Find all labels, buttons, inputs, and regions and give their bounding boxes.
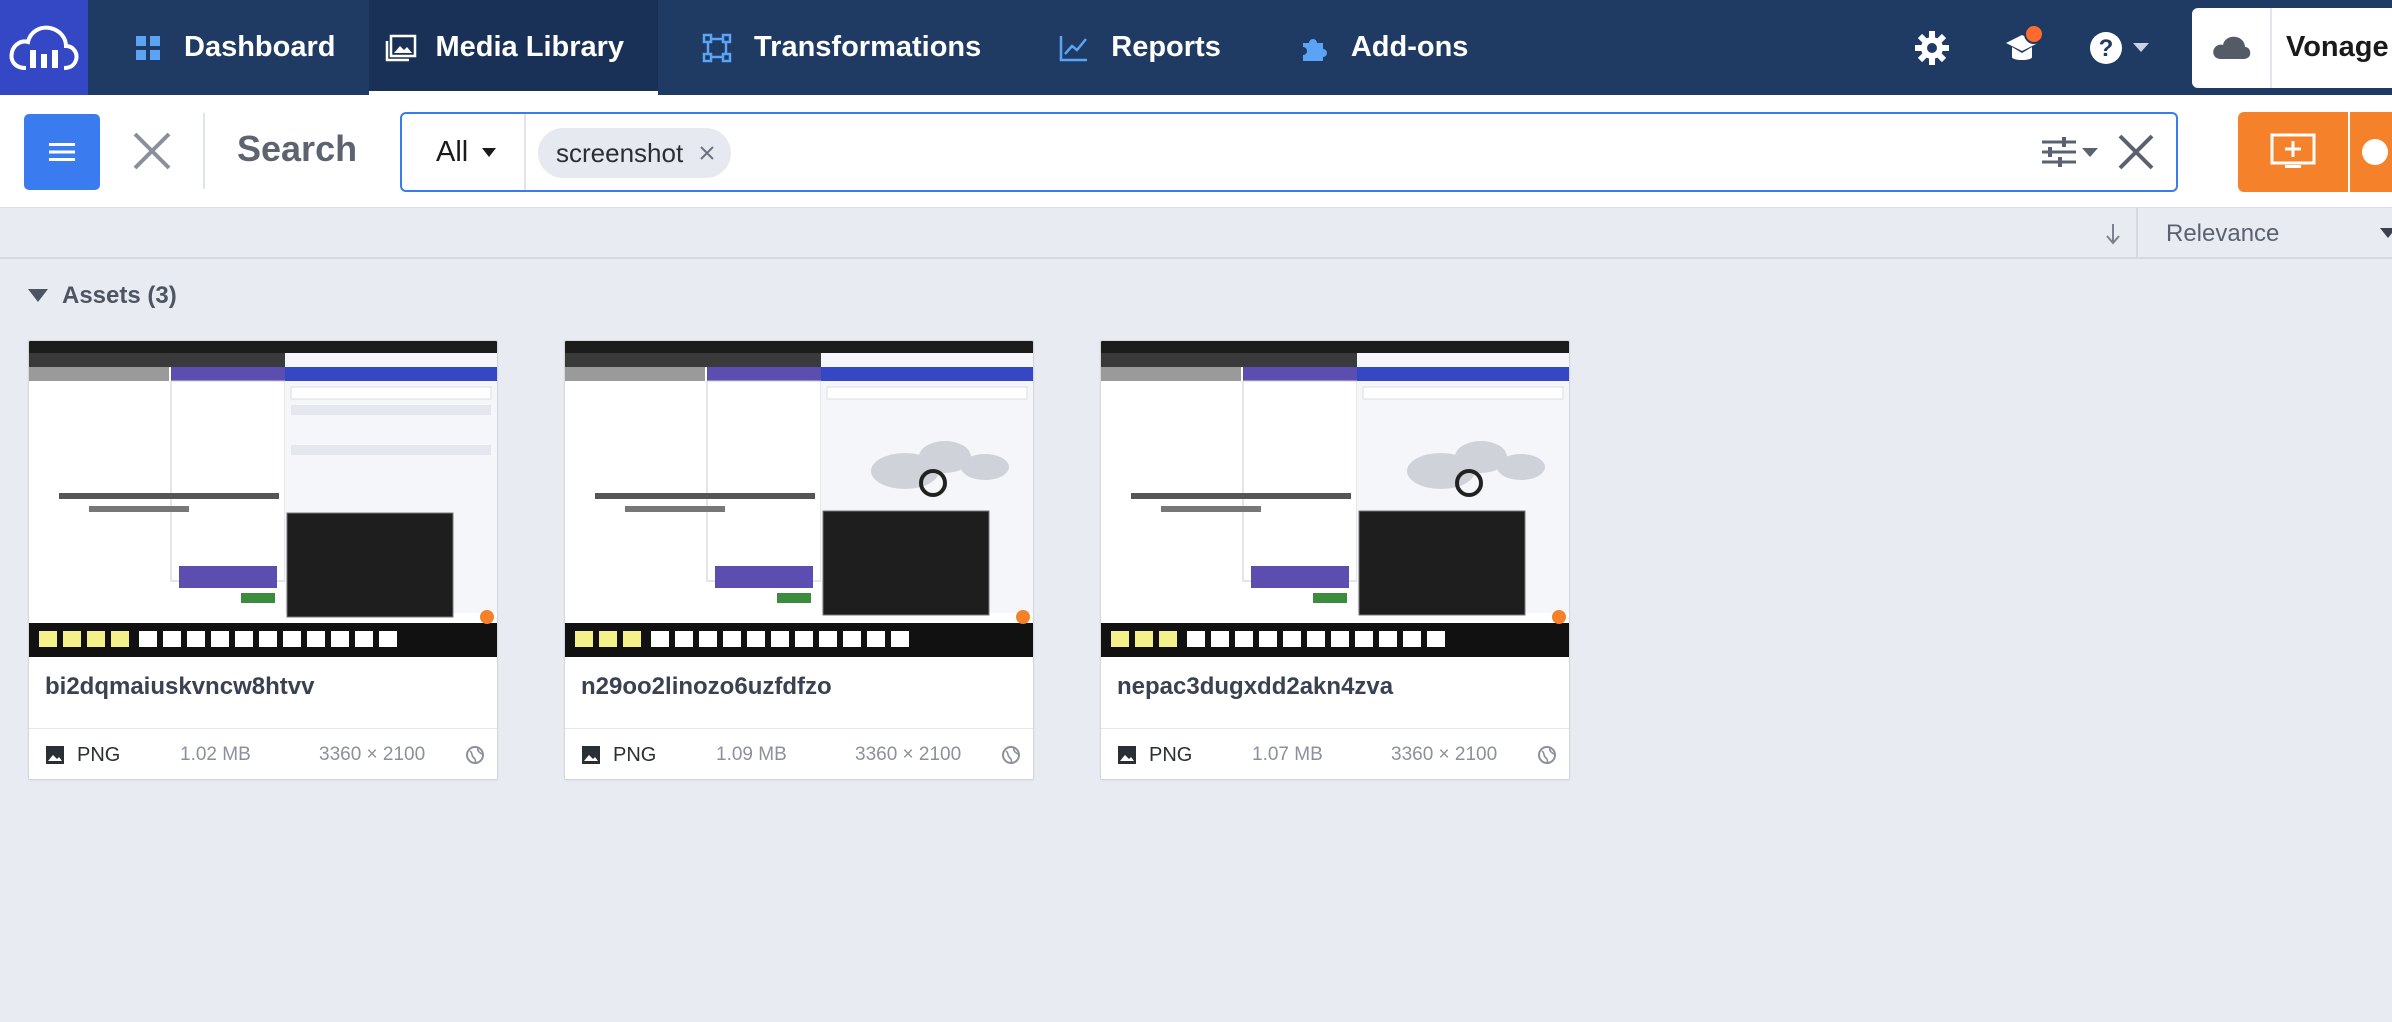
arrow-down-icon xyxy=(2106,223,2120,245)
chevron-down-icon xyxy=(2133,42,2149,52)
asset-size: 1.07 MB xyxy=(1252,744,1323,765)
svg-text:?: ? xyxy=(2099,35,2114,62)
asset-card[interactable]: nepac3dugxdd2akn4zva PNG 1.07 MB 3360 × … xyxy=(1100,340,1570,780)
close-search-button[interactable] xyxy=(124,123,180,179)
nav-media-library-label: Media Library xyxy=(435,31,625,63)
divider xyxy=(203,113,205,189)
sliders-icon xyxy=(2042,137,2098,167)
advanced-filter-button[interactable] xyxy=(2040,132,2100,172)
search-input[interactable]: All screenshot xyxy=(400,112,2178,192)
search-chip: screenshot xyxy=(538,128,732,178)
globe-icon xyxy=(465,745,485,765)
search-bar: Search All screenshot xyxy=(0,95,2392,208)
account-name: Vonage xyxy=(2286,31,2389,63)
caret-down-icon xyxy=(28,289,48,302)
nav-reports[interactable]: Reports xyxy=(1015,0,1255,95)
sort-row: Relevance xyxy=(0,208,2392,259)
asset-name: bi2dqmaiuskvncw8htvv xyxy=(45,673,315,700)
asset-type-label: PNG xyxy=(613,743,657,766)
asset-type-label: PNG xyxy=(1149,743,1193,766)
sort-value: Relevance xyxy=(2166,219,2280,247)
settings-button[interactable] xyxy=(1902,18,1962,78)
nav-add-ons-label: Add-ons xyxy=(1350,31,1469,63)
asset-meta: PNG 1.07 MB 3360 × 2100 xyxy=(1101,728,1569,779)
nav-right-tools: ? Vonage xyxy=(1902,0,2392,95)
chevron-down-icon xyxy=(482,147,497,157)
nav-dashboard-label: Dashboard xyxy=(184,31,336,63)
transform-icon xyxy=(702,33,732,63)
help-icon: ? xyxy=(2090,31,2122,64)
asset-dimensions: 3360 × 2100 xyxy=(319,744,426,765)
image-icon xyxy=(581,745,601,765)
cloud-logo-icon xyxy=(9,25,79,70)
asset-type-label: PNG xyxy=(77,743,121,766)
cloud-icon xyxy=(2192,7,2272,88)
top-navigation: Dashboard Media Library Transformations … xyxy=(0,0,2392,95)
asset-thumbnail xyxy=(565,341,1033,657)
nav-media-library[interactable]: Media Library xyxy=(369,0,659,95)
add-media-button[interactable] xyxy=(2238,112,2348,192)
asset-type: PNG xyxy=(45,744,120,767)
asset-meta: PNG 1.09 MB 3360 × 2100 xyxy=(565,728,1033,779)
chart-icon xyxy=(1059,34,1089,62)
help-button[interactable]: ? xyxy=(2082,18,2156,78)
nav-add-ons[interactable]: Add-ons xyxy=(1255,0,1503,95)
close-icon xyxy=(133,132,171,170)
globe-icon xyxy=(1537,745,1557,765)
asset-meta: PNG 1.02 MB 3360 × 2100 xyxy=(29,728,497,779)
asset-card[interactable]: bi2dqmaiuskvncw8htvv PNG 1.02 MB 3360 × … xyxy=(28,340,498,780)
sort-select[interactable]: Relevance xyxy=(2166,208,2392,259)
asset-thumbnail xyxy=(29,341,497,657)
remove-chip-button[interactable] xyxy=(699,145,715,161)
asset-size: 1.02 MB xyxy=(180,744,251,765)
asset-name: n29oo2linozo6uzfdfzo xyxy=(581,673,832,700)
cloudinary-logo[interactable] xyxy=(0,0,88,95)
image-icon xyxy=(45,745,65,765)
divider xyxy=(2136,208,2138,259)
upload-button[interactable] xyxy=(2350,112,2392,192)
add-monitor-icon xyxy=(2270,133,2316,168)
menu-button[interactable] xyxy=(24,114,100,190)
asset-dimensions: 3360 × 2100 xyxy=(855,744,962,765)
asset-dimensions: 3360 × 2100 xyxy=(1391,744,1498,765)
sort-direction-button[interactable] xyxy=(2090,208,2136,259)
images-icon xyxy=(385,34,417,62)
search-chip-label: screenshot xyxy=(556,137,684,168)
gear-icon xyxy=(1915,30,1949,65)
nav-reports-label: Reports xyxy=(1111,31,1221,63)
search-title: Search xyxy=(237,128,358,169)
asset-size: 1.09 MB xyxy=(716,744,787,765)
clear-search-button[interactable] xyxy=(2116,132,2156,172)
asset-name: nepac3dugxdd2akn4zva xyxy=(1117,673,1394,700)
upload-cloud-icon xyxy=(2362,139,2388,165)
nav-dashboard[interactable]: Dashboard xyxy=(88,0,369,95)
grid-icon xyxy=(134,34,162,62)
close-icon xyxy=(2118,134,2154,170)
nav-transformations[interactable]: Transformations xyxy=(658,0,1015,95)
nav-transformations-label: Transformations xyxy=(754,31,982,63)
chevron-down-icon xyxy=(2380,228,2392,238)
assets-section-toggle[interactable]: Assets (3) xyxy=(28,282,177,310)
scope-select[interactable]: All xyxy=(402,114,526,190)
hamburger-icon xyxy=(49,143,75,161)
asset-card[interactable]: n29oo2linozo6uzfdfzo PNG 1.09 MB 3360 × … xyxy=(564,340,1034,780)
globe-icon xyxy=(1001,745,1021,765)
section-label: Assets (3) xyxy=(62,282,177,309)
puzzle-icon xyxy=(1299,33,1329,63)
image-icon xyxy=(1117,745,1137,765)
asset-type: PNG xyxy=(581,744,656,767)
asset-type: PNG xyxy=(1117,744,1192,767)
academy-button[interactable] xyxy=(1992,18,2052,78)
asset-thumbnail xyxy=(1101,341,1569,657)
notification-dot xyxy=(2024,23,2044,44)
scope-value: All xyxy=(436,135,469,168)
account-switcher[interactable]: Vonage xyxy=(2192,7,2392,88)
close-icon xyxy=(700,146,714,160)
